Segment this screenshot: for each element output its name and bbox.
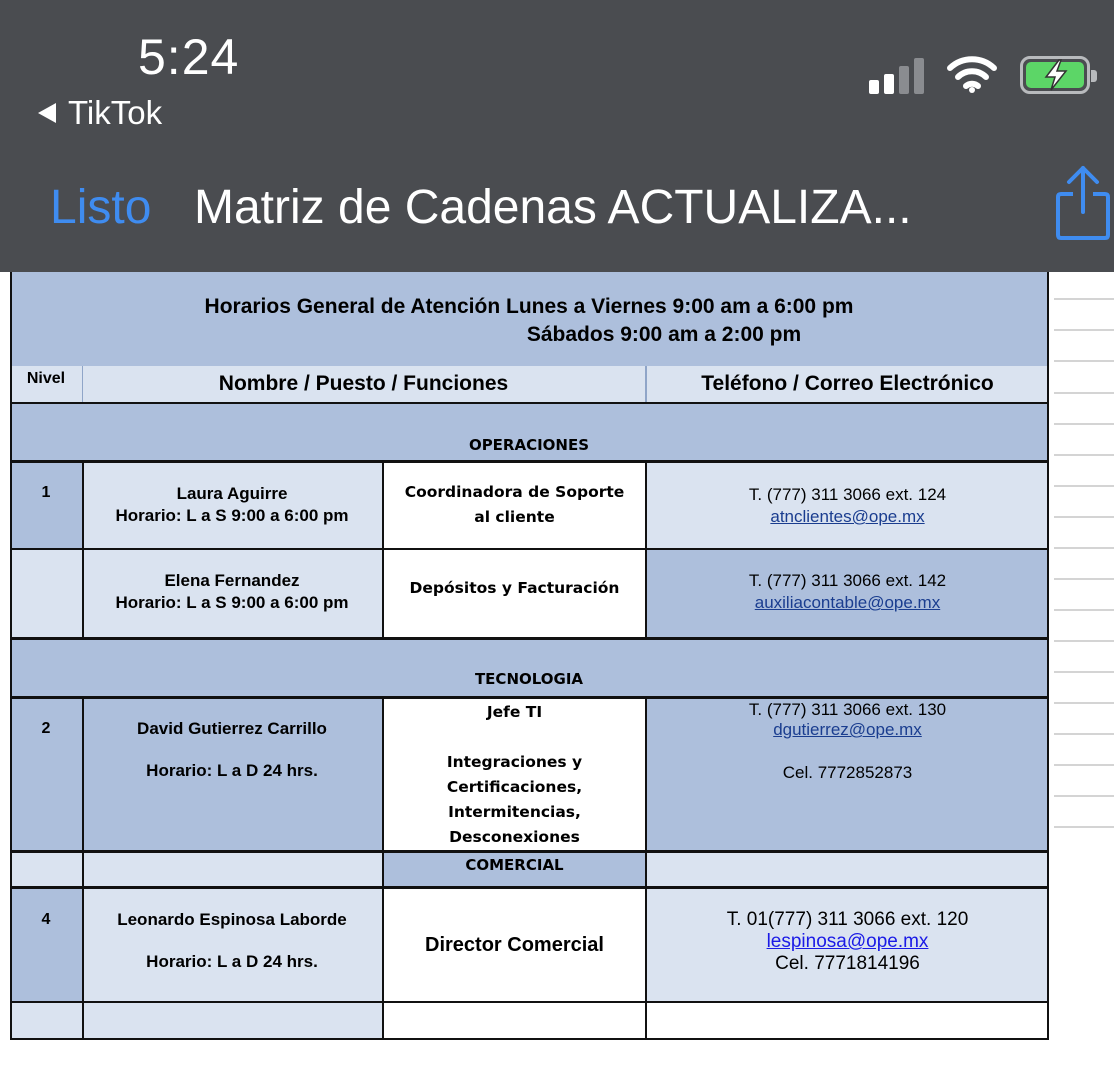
role-cell: Coordinadora de Soporte al cliente [384, 462, 645, 548]
contact-name-cell: David Gutierrez Carrillo Horario: L a D … [82, 698, 382, 850]
nivel-cell: 1 [10, 462, 82, 548]
email-link[interactable]: lespinosa@ope.mx [767, 931, 929, 953]
section-tecnologia: TECNOLOGIA [10, 640, 1048, 696]
column-header-contacto: Teléfono / Correo Electrónico [647, 366, 1048, 402]
done-button[interactable]: Listo [50, 180, 151, 235]
status-icons [869, 56, 1097, 94]
email-link[interactable]: dgutierrez@ope.mx [773, 720, 922, 740]
empty-name-cell [82, 1003, 382, 1039]
phone-text: T. 01(777) 311 3066 ext. 120 [726, 909, 969, 930]
document-title: Matriz de Cadenas ACTUALIZA... [194, 181, 912, 234]
cellular-signal-icon [869, 56, 924, 94]
phone-text: T. (777) 311 3066 ext. 142 [748, 571, 947, 590]
contact-name-cell: Elena Fernandez Horario: L a S 9:00 a 6:… [82, 550, 382, 638]
empty-nivel-cell [10, 1003, 82, 1039]
role-cell: Jefe TI Integraciones y Certificaciones,… [384, 698, 645, 850]
phone-email-cell: T. 01(777) 311 3066 ext. 120 lespinosa@o… [647, 889, 1048, 1001]
section-operaciones: OPERACIONES [10, 404, 1048, 462]
status-time: 5:24 [138, 29, 240, 85]
cell-phone-text: Cel. 7771814196 [775, 953, 920, 974]
cell-phone-text: Cel. 7772852873 [782, 763, 913, 782]
email-link[interactable]: auxiliacontable@ope.mx [755, 592, 940, 614]
nivel-cell [10, 550, 82, 638]
section-comercial: COMERCIAL [384, 852, 645, 886]
email-link[interactable]: atnclientes@ope.mx [770, 506, 924, 528]
role-cell: Director Comercial [384, 889, 645, 1001]
section-empty-name [82, 852, 382, 886]
empty-contact-cell [647, 1003, 1048, 1039]
role-cell: Depósitos y Facturación [384, 550, 645, 638]
column-header-nivel: Nivel [10, 366, 82, 402]
empty-role-cell [384, 1003, 645, 1039]
back-to-app-button[interactable]: TikTok [38, 94, 162, 132]
phone-email-cell: T. (777) 311 3066 ext. 142 auxiliacontab… [647, 550, 1048, 638]
schedule-header-line2: Sábados 9:00 am a 2:00 pm [526, 323, 802, 346]
column-header-nombre: Nombre / Puesto / Funciones [82, 366, 645, 402]
phone-email-cell: T. (777) 311 3066 ext. 130 dgutierrez@op… [647, 698, 1048, 850]
phone-text: T. (777) 311 3066 ext. 130 [748, 700, 947, 719]
battery-charging-icon [1020, 56, 1097, 94]
section-empty-contact [647, 852, 1048, 886]
contact-name-cell: Laura Aguirre Horario: L a S 9:00 a 6:00… [82, 462, 382, 548]
wifi-icon [947, 56, 997, 93]
top-chrome: 5:24 TikTok Listo Matriz de Cadenas ACTU… [0, 0, 1114, 272]
back-app-label: TikTok [68, 94, 163, 131]
phone-text: T. (777) 311 3066 ext. 124 [748, 485, 947, 504]
contact-name-cell: Leonardo Espinosa Laborde Horario: L a D… [82, 889, 382, 1001]
nivel-cell: 4 [10, 889, 82, 1001]
schedule-header-line1: Horarios General de Atención Lunes a Vie… [204, 295, 854, 318]
phone-email-cell: T. (777) 311 3066 ext. 124 atnclientes@o… [647, 462, 1048, 548]
schedule-header: Horarios General de Atención Lunes a Vie… [10, 272, 1048, 366]
nivel-cell: 2 [10, 698, 82, 850]
back-triangle-icon [38, 103, 56, 123]
section-empty-nivel [10, 852, 82, 886]
share-icon[interactable] [1055, 164, 1111, 242]
contact-matrix-sheet: Horarios General de Atención Lunes a Vie… [10, 272, 1050, 1040]
